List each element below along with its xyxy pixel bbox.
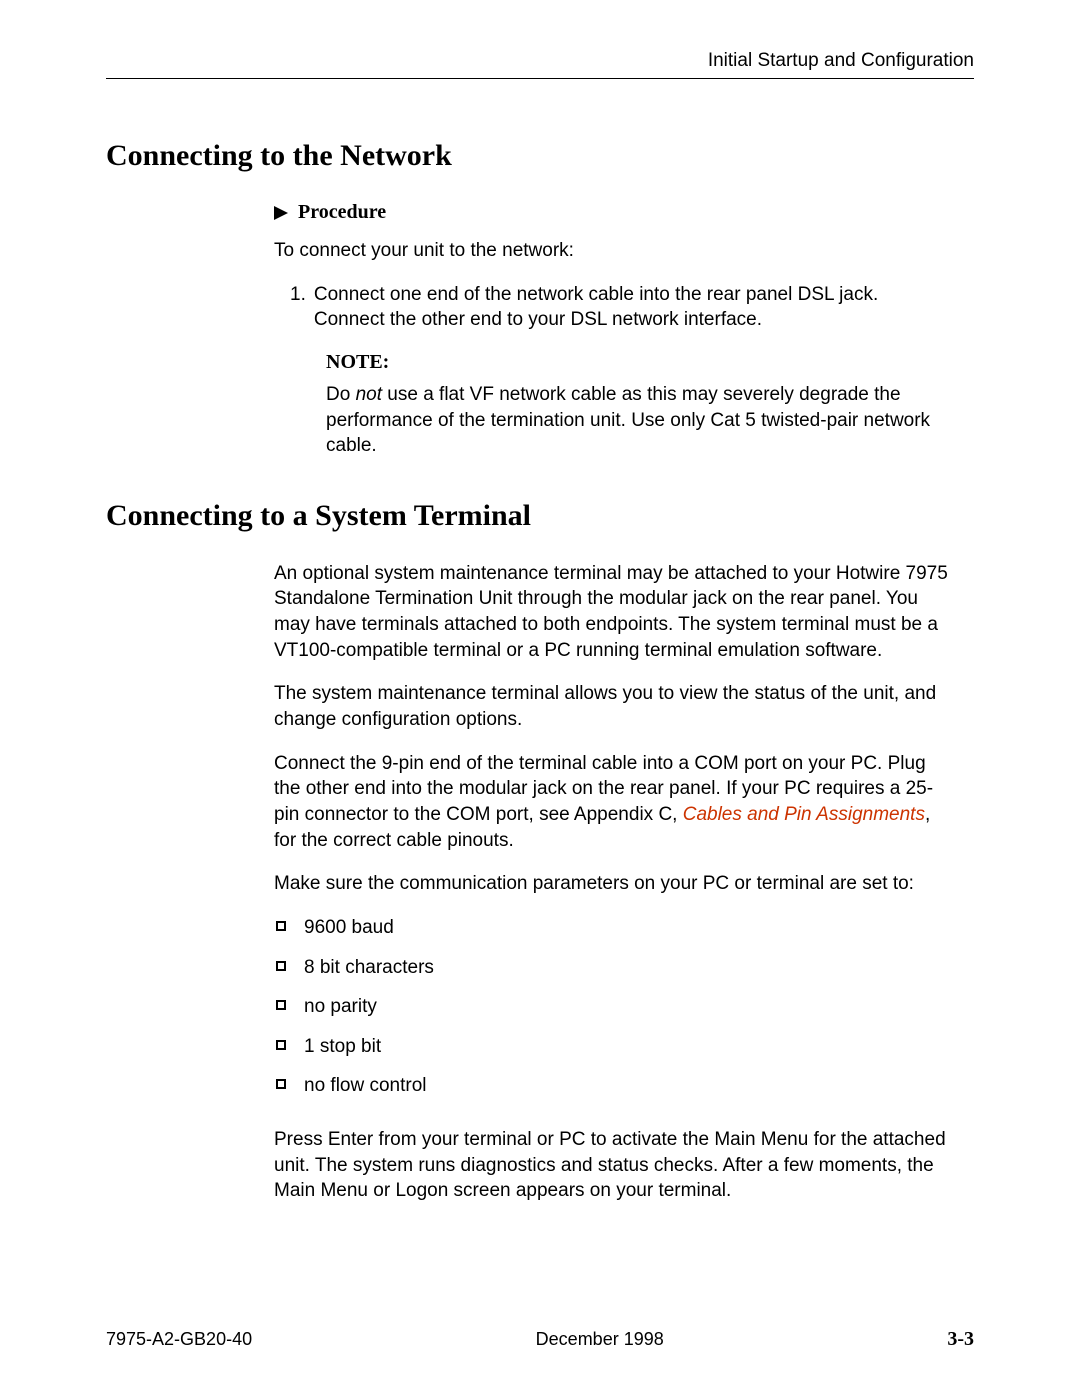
list-item: 1 stop bit — [276, 1034, 954, 1060]
terminal-para1: An optional system maintenance terminal … — [274, 561, 954, 664]
section-connecting-network: Connecting to the Network Procedure To c… — [106, 139, 974, 459]
list-item: 9600 baud — [276, 915, 954, 941]
square-bullet-icon — [276, 1040, 286, 1050]
note-block: NOTE: Do not use a flat VF network cable… — [326, 351, 954, 459]
appendix-link[interactable]: Cables and Pin Assignments — [683, 804, 925, 825]
procedure-label: Procedure — [298, 201, 386, 224]
bullet-text: no flow control — [304, 1073, 427, 1099]
terminal-para4: Make sure the communication parameters o… — [274, 871, 954, 897]
terminal-para5: Press Enter from your terminal or PC to … — [274, 1127, 954, 1204]
bullet-text: 9600 baud — [304, 915, 394, 941]
list-item: no parity — [276, 994, 954, 1020]
note-not-italic: not — [356, 384, 382, 405]
footer-date: December 1998 — [536, 1329, 664, 1350]
procedure-heading: Procedure — [274, 201, 954, 224]
bullet-text: 1 stop bit — [304, 1034, 381, 1060]
square-bullet-icon — [276, 1000, 286, 1010]
page-footer: 7975-A2-GB20-40 December 1998 3-3 — [106, 1328, 974, 1351]
triangle-icon — [274, 206, 288, 220]
list-item: 8 bit characters — [276, 955, 954, 981]
terminal-para3: Connect the 9-pin end of the terminal ca… — [274, 751, 954, 854]
footer-doc-id: 7975-A2-GB20-40 — [106, 1329, 252, 1350]
terminal-para2: The system maintenance terminal allows y… — [274, 681, 954, 732]
section-title-terminal: Connecting to a System Terminal — [106, 499, 974, 533]
footer-page-number: 3-3 — [947, 1328, 974, 1351]
square-bullet-icon — [276, 921, 286, 931]
note-pre: Do — [326, 384, 356, 405]
header-chapter-title: Initial Startup and Configuration — [106, 50, 974, 72]
note-post: use a flat VF network cable as this may … — [326, 384, 930, 456]
section-connecting-terminal: Connecting to a System Terminal An optio… — [106, 499, 974, 1204]
step-1: 1. Connect one end of the network cable … — [290, 282, 954, 333]
square-bullet-icon — [276, 961, 286, 971]
page-header: Initial Startup and Configuration — [106, 50, 974, 79]
section-title-network: Connecting to the Network — [106, 139, 974, 173]
bullet-text: 8 bit characters — [304, 955, 434, 981]
bullet-text: no parity — [304, 994, 377, 1020]
comm-params-list: 9600 baud 8 bit characters no parity 1 s… — [276, 915, 954, 1099]
page: Initial Startup and Configuration Connec… — [0, 0, 1080, 1397]
section1-content: Procedure To connect your unit to the ne… — [274, 201, 954, 459]
step-number: 1. — [290, 282, 306, 333]
section2-content: An optional system maintenance terminal … — [274, 561, 954, 1204]
square-bullet-icon — [276, 1079, 286, 1089]
procedure-intro: To connect your unit to the network: — [274, 238, 954, 264]
note-title: NOTE: — [326, 351, 954, 374]
note-body: Do not use a flat VF network cable as th… — [326, 382, 954, 459]
list-item: no flow control — [276, 1073, 954, 1099]
step-text: Connect one end of the network cable int… — [314, 282, 954, 333]
